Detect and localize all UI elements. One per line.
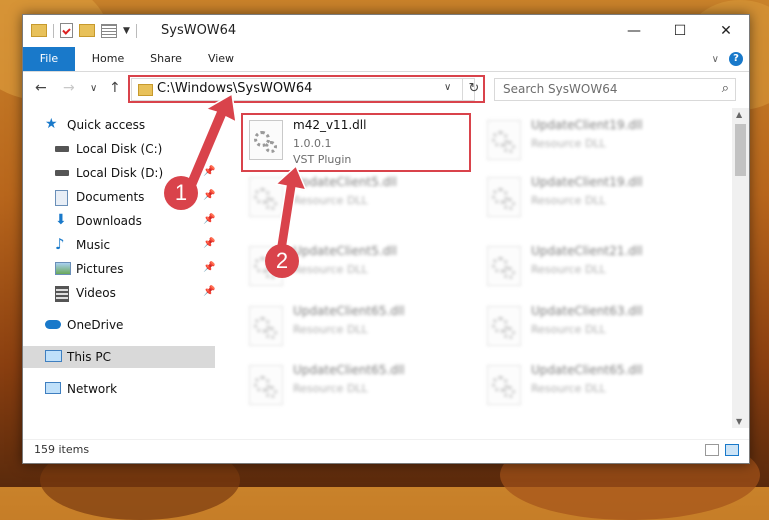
step-1-badge: 1 [164, 176, 198, 210]
arrow-to-file [274, 164, 308, 253]
step-2-badge: 2 [265, 244, 299, 278]
arrow-to-address-bar [185, 92, 237, 190]
annotation-arrows [185, 92, 308, 253]
